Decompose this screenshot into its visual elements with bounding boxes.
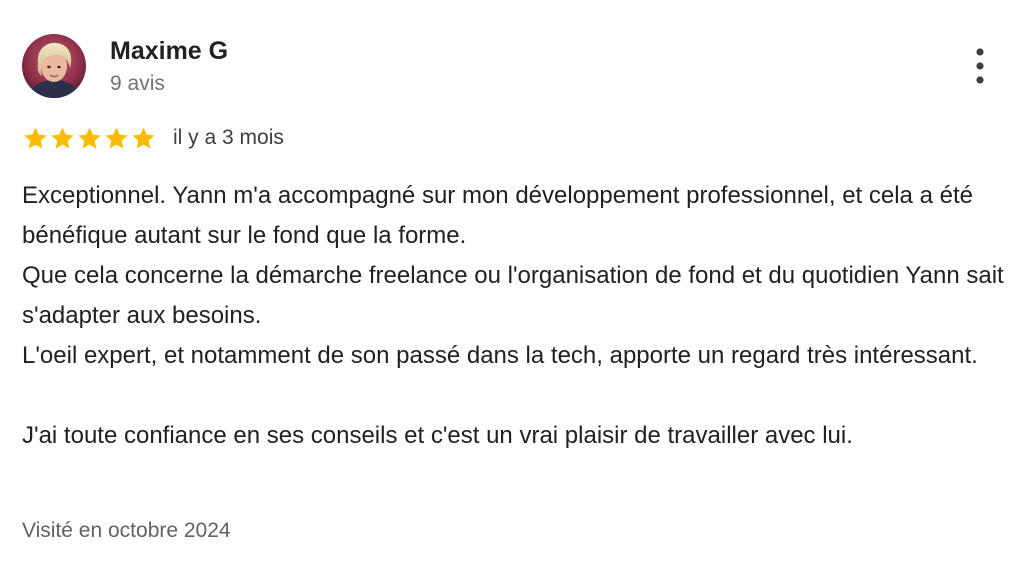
star-icon: [78, 126, 101, 149]
star-icon: [24, 126, 47, 149]
review-paragraph: L'oeil expert, et notamment de son passé…: [22, 342, 978, 369]
avatar-photo: [22, 34, 86, 98]
more-vert-icon: [976, 48, 984, 84]
review-paragraph: Que cela concerne la démarche freelance …: [22, 262, 1004, 329]
review-date: il y a 3 mois: [173, 126, 284, 149]
review-paragraph: [22, 376, 1012, 416]
author-name[interactable]: Maxime G: [110, 36, 228, 66]
more-options-button[interactable]: [962, 44, 998, 88]
star-icon: [132, 126, 155, 149]
author-avatar[interactable]: [22, 34, 86, 98]
author-review-count: 9 avis: [110, 72, 165, 95]
review-paragraph: Exceptionnel. Yann m'a accompagné sur mo…: [22, 182, 973, 249]
visit-date: Visité en octobre 2024: [22, 519, 231, 542]
star-icon: [105, 126, 128, 149]
review-paragraph: J'ai toute confiance en ses conseils et …: [22, 422, 853, 449]
rating-row: il y a 3 mois: [22, 123, 284, 153]
star-rating: [22, 125, 157, 152]
star-icon: [51, 126, 74, 149]
review-text: Exceptionnel. Yann m'a accompagné sur mo…: [22, 176, 1012, 456]
